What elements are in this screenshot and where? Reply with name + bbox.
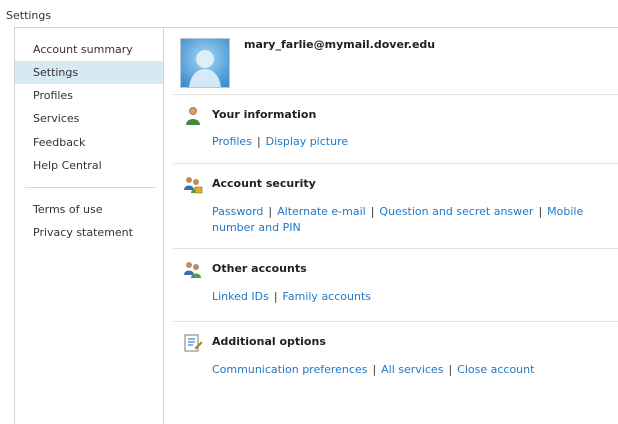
section-title-additional-options: Additional options	[212, 335, 326, 348]
sidebar-item-services[interactable]: Services	[15, 107, 163, 130]
section-title-your-information: Your information	[212, 108, 317, 121]
section-title-account-security: Account security	[212, 177, 316, 190]
link-separator: |	[256, 135, 261, 148]
link-separator: |	[448, 363, 453, 376]
link-alternate-email[interactable]: Alternate e-mail	[277, 205, 366, 218]
person-icon	[183, 106, 203, 126]
other-accounts-links: Linked IDs | Family accounts	[212, 289, 612, 305]
sidebar-item-privacy-statement[interactable]: Privacy statement	[15, 221, 163, 244]
page-title: Settings	[6, 9, 52, 22]
link-communication-preferences[interactable]: Communication preferences	[212, 363, 367, 376]
main-panel: mary_farlie@mymail.dover.edu Your inform…	[164, 28, 618, 424]
link-display-picture[interactable]: Display picture	[266, 135, 348, 148]
link-all-services[interactable]: All services	[381, 363, 443, 376]
link-separator: |	[273, 290, 278, 303]
avatar-icon	[181, 39, 229, 87]
link-separator: |	[370, 205, 375, 218]
section-divider	[173, 248, 618, 249]
section-divider	[173, 163, 618, 164]
section-title-other-accounts: Other accounts	[212, 262, 307, 275]
link-profiles[interactable]: Profiles	[212, 135, 252, 148]
settings-frame: Account summary Settings Profiles Servic…	[14, 27, 618, 424]
section-divider	[173, 94, 618, 95]
your-information-links: Profiles | Display picture	[212, 134, 612, 150]
options-list-icon	[183, 333, 203, 353]
sidebar-item-settings[interactable]: Settings	[15, 61, 163, 84]
sidebar-item-feedback[interactable]: Feedback	[15, 131, 163, 154]
section-divider	[173, 321, 618, 322]
users-icon	[183, 260, 203, 280]
account-email: mary_farlie@mymail.dover.edu	[244, 38, 436, 51]
account-security-links: Password | Alternate e-mail | Question and s…	[212, 204, 612, 236]
sidebar-item-terms-of-use[interactable]: Terms of use	[15, 198, 163, 221]
sidebar: Account summary Settings Profiles Servic…	[15, 28, 164, 424]
link-question-and-secret-answer[interactable]: Question and secret answer	[379, 205, 533, 218]
users-lock-icon	[183, 175, 203, 195]
link-separator: |	[268, 205, 273, 218]
sidebar-item-profiles[interactable]: Profiles	[15, 84, 163, 107]
sidebar-item-account-summary[interactable]: Account summary	[15, 38, 163, 61]
link-separator: |	[372, 363, 377, 376]
link-separator: |	[538, 205, 543, 218]
link-family-accounts[interactable]: Family accounts	[283, 290, 371, 303]
additional-options-links: Communication preferences | All services | C…	[212, 362, 612, 378]
sidebar-item-help-central[interactable]: Help Central	[15, 154, 163, 177]
link-password[interactable]: Password	[212, 205, 263, 218]
sidebar-divider	[25, 187, 155, 188]
profile-picture[interactable]	[180, 38, 230, 88]
link-linked-ids[interactable]: Linked IDs	[212, 290, 269, 303]
link-close-account[interactable]: Close account	[457, 363, 534, 376]
